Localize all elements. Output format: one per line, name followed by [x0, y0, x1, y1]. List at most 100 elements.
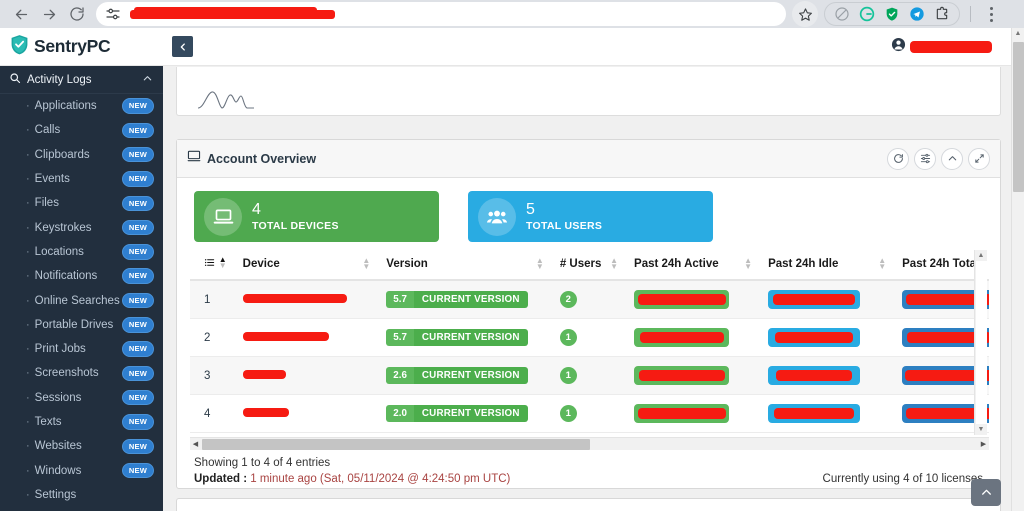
sidebar-item-portable-drives[interactable]: · Portable Drives NEW	[0, 313, 163, 337]
sidebar-item-clipboards[interactable]: · Clipboards NEW	[0, 143, 163, 167]
page-scrollbar[interactable]: ▲	[1011, 28, 1024, 511]
vertical-scroll-thumb[interactable]	[975, 261, 987, 424]
row-index: 3	[190, 356, 243, 395]
sidebar-item-label: Portable Drives	[34, 318, 114, 331]
sidebar-item-websites[interactable]: · Websites NEW	[0, 434, 163, 458]
back-button[interactable]	[8, 1, 34, 27]
bullet-icon: ·	[26, 440, 30, 453]
new-badge: NEW	[121, 244, 154, 260]
bullet-icon: ·	[26, 270, 30, 283]
sidebar-item-online-searches[interactable]: · Online Searches NEW	[0, 288, 163, 312]
bullet-icon: ·	[26, 391, 30, 404]
telegram-icon[interactable]	[909, 6, 925, 22]
tune-sliders-icon[interactable]	[104, 5, 122, 23]
license-usage-text: Currently using 4 of 10 licenses	[822, 473, 983, 485]
puzzle-piece-icon[interactable]	[934, 6, 950, 22]
sidebar-item-calls[interactable]: · Calls NEW	[0, 118, 163, 142]
sidebar-item-files[interactable]: · Files NEW	[0, 191, 163, 215]
sidebar-item-label: Files	[34, 197, 59, 210]
idle-value-redacted	[773, 294, 856, 305]
toolbar-divider	[970, 6, 971, 22]
new-badge: NEW	[121, 389, 154, 406]
bullet-icon: ·	[26, 367, 30, 380]
horizontal-scroll-thumb[interactable]	[202, 438, 590, 450]
past24h-active-cell	[634, 280, 769, 319]
address-bar[interactable]	[96, 2, 786, 26]
stat-card-total-users[interactable]: 5 TOTAL USERS	[468, 191, 713, 242]
table-row[interactable]: 1 5.7 CURRENT VERSION 2	[190, 280, 989, 319]
shield-check-icon	[10, 34, 29, 60]
scroll-down-icon[interactable]: ▼	[978, 424, 985, 435]
sidebar-item-events[interactable]: · Events NEW	[0, 167, 163, 191]
sidebar-item-keystrokes[interactable]: · Keystrokes NEW	[0, 215, 163, 239]
grammarly-icon[interactable]	[859, 6, 875, 22]
column-header-past-24h-idle[interactable]: Past 24h Idle ▲ ▼	[768, 250, 903, 281]
kebab-menu-icon[interactable]	[981, 6, 1001, 22]
brand-logo[interactable]: SentryPC	[0, 28, 163, 66]
column-header-users[interactable]: # Users ▲ ▼	[559, 250, 635, 281]
sidebar-item-label: Clipboards	[34, 148, 90, 161]
table-row[interactable]: 3 2.6 CURRENT VERSION 1	[190, 356, 989, 395]
monitor-icon	[187, 149, 201, 168]
sort-indicator[interactable]: ▲ ▼	[362, 257, 370, 271]
scroll-to-top-button[interactable]	[971, 479, 1001, 506]
sidebar-item-screenshots[interactable]: · Screenshots NEW	[0, 361, 163, 385]
bullet-icon: ·	[26, 416, 30, 428]
laptop-icon	[204, 197, 242, 236]
bullet-icon: ·	[26, 197, 30, 210]
table-horizontal-scrollbar[interactable]: ◀ ▶	[190, 437, 989, 450]
user-count-badge: 1	[559, 367, 577, 384]
table-row[interactable]: 2 5.7 CURRENT VERSION 1	[190, 318, 989, 357]
page-scroll-up-icon[interactable]: ▲	[1015, 28, 1022, 40]
scroll-up-icon[interactable]: ▲	[978, 250, 985, 261]
refresh-button[interactable]	[887, 147, 909, 170]
table-row[interactable]: 4 2.0 CURRENT VERSION 1	[190, 394, 989, 433]
sidebar-item-texts[interactable]: · Texts NEW	[0, 410, 163, 434]
bullet-icon: ·	[26, 294, 30, 307]
scroll-right-icon[interactable]: ▶	[978, 440, 989, 448]
sidebar-item-print-jobs[interactable]: · Print Jobs NEW	[0, 337, 163, 361]
stat-cards: 4 TOTAL DEVICES 5 TOTAL USERS	[177, 178, 1000, 242]
stat-label: TOTAL DEVICES	[252, 219, 339, 232]
updated-label: Updated :	[194, 473, 248, 485]
sort-indicator[interactable]: ▲ ▼	[744, 257, 752, 271]
sort-indicator[interactable]: ▲ ▼	[610, 257, 618, 271]
column-header-device[interactable]: Device ▲ ▼	[242, 250, 387, 281]
column-header-version[interactable]: Version ▲ ▼	[386, 250, 560, 281]
sidebar-item-label: Calls	[34, 124, 61, 137]
past24h-idle-cell	[768, 356, 903, 395]
table-vertical-scrollbar[interactable]: ▲ ▼	[974, 250, 987, 435]
sort-indicator[interactable]: ▲ ▼	[878, 257, 886, 271]
active-value-redacted	[639, 332, 724, 343]
sidebar-item-locations[interactable]: · Locations NEW	[0, 240, 163, 264]
scroll-left-icon[interactable]: ◀	[190, 440, 201, 448]
blocked-circle-icon[interactable]	[834, 6, 850, 22]
expand-panel-button[interactable]	[968, 147, 990, 170]
forward-button[interactable]	[36, 1, 62, 27]
sort-indicator[interactable]: ▲ ▼	[536, 257, 544, 271]
sidebar-item-notifications[interactable]: · Notifications NEW	[0, 264, 163, 288]
column-header-index[interactable]: ▲ ▼	[190, 250, 243, 281]
column-header-label: Past 24h Idle	[768, 258, 839, 270]
active-badge	[634, 290, 730, 309]
new-badge: NEW	[121, 146, 154, 163]
sidebar-collapse-button[interactable]	[172, 36, 193, 57]
column-header-label: Device	[242, 258, 280, 270]
column-header-past-24h-active[interactable]: Past 24h Active ▲ ▼	[634, 250, 769, 281]
sidebar-item-settings[interactable]: · Settings	[0, 483, 163, 507]
user-account-menu[interactable]	[891, 37, 992, 57]
url-text-redacted[interactable]	[130, 6, 335, 19]
sidebar-item-applications[interactable]: · Applications NEW	[0, 94, 163, 118]
reload-button[interactable]	[64, 1, 90, 27]
sidebar-section-activity-logs[interactable]: Activity Logs	[0, 66, 163, 94]
sidebar-item-windows[interactable]: · Windows NEW	[0, 458, 163, 482]
sort-indicator-asc[interactable]: ▲ ▼	[219, 256, 227, 270]
users-cell: 1	[559, 356, 635, 395]
sidebar-item-sessions[interactable]: · Sessions NEW	[0, 386, 163, 410]
shield-icon[interactable]	[884, 6, 900, 22]
settings-sliders-button[interactable]	[914, 147, 936, 170]
page-scroll-thumb[interactable]	[1012, 42, 1024, 192]
stat-card-total-devices[interactable]: 4 TOTAL DEVICES	[194, 191, 439, 242]
collapse-panel-button[interactable]	[941, 147, 963, 170]
bookmark-star-icon[interactable]	[792, 1, 818, 27]
